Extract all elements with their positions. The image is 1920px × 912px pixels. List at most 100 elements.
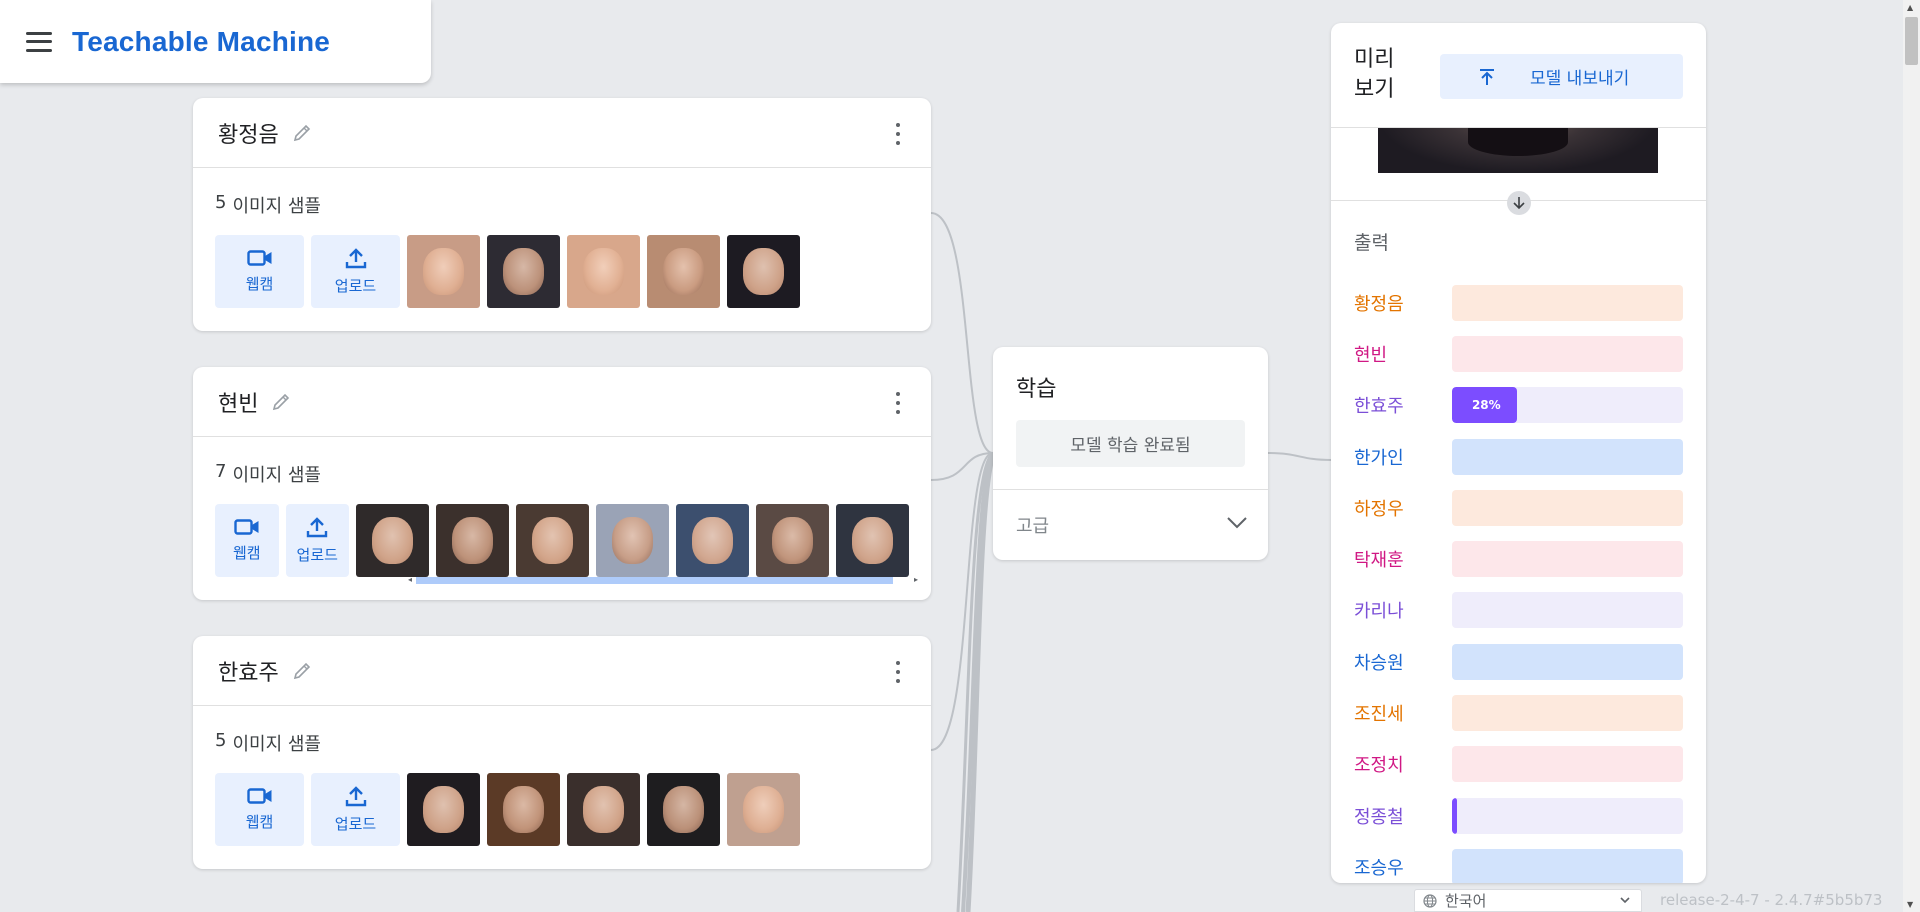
train-model-button[interactable]: 모델 학습 완료됨 [1016,420,1245,467]
videocam-icon [234,519,259,535]
webcam-label: 웹캠 [232,544,261,562]
menu-icon[interactable] [26,31,52,52]
sample-thumbnail[interactable] [836,504,909,577]
class-card: 황정음 5 이미지 샘플 웹캠 업로드 [193,98,931,331]
upload-icon [345,786,366,807]
page-scrollbar[interactable]: ▲ ▼ [1903,0,1920,912]
class-card: 현빈 7 이미지 샘플 웹캠 업로드 ◂ ▸ [193,367,931,600]
globe-icon [1423,893,1437,908]
chevron-down-icon [1227,517,1247,529]
output-label: 출력 [1354,232,1389,254]
app-header: Teachable Machine [0,0,431,83]
output-row: 한효주 28% [1354,380,1683,431]
sample-count-number: 7 [215,461,227,482]
output-class-name: 조진세 [1354,704,1404,726]
version-text: release-2-4-7 - 2.4.7#5b5b73 [1660,891,1883,909]
output-row: 조승우 [1354,841,1683,883]
upload-label: 업로드 [334,815,377,833]
scroll-up-arrow[interactable]: ▲ [1907,3,1913,12]
sample-thumbnail[interactable] [567,235,640,308]
upload-icon [1478,68,1496,86]
sample-thumbnail[interactable] [487,235,560,308]
sample-count-number: 5 [215,192,227,213]
sample-thumbnail[interactable] [567,773,640,846]
output-row: 현빈 [1354,328,1683,379]
output-class-name: 카리나 [1354,601,1404,623]
scrollbar-thumb[interactable] [1905,17,1918,65]
sample-thumbnail[interactable] [727,773,800,846]
output-row: 조정치 [1354,739,1683,790]
pencil-icon[interactable] [268,389,294,415]
sample-thumbnail[interactable] [596,504,669,577]
videocam-icon [246,788,271,804]
class-name[interactable]: 한효주 [218,655,279,687]
sample-thumbnail[interactable] [407,773,480,846]
more-options-icon[interactable] [895,661,901,683]
webcam-label: 웹캠 [245,813,274,831]
class-name[interactable]: 현빈 [218,386,258,418]
sample-thumbnail[interactable] [407,235,480,308]
confidence-bar [1452,284,1683,321]
confidence-bar [1452,592,1683,629]
webcam-label: 웹캠 [245,275,274,293]
sample-thumbnail[interactable] [516,504,589,577]
upload-icon [307,517,328,538]
chevron-down-icon [1620,897,1630,904]
class-card: 한효주 5 이미지 샘플 웹캠 업로드 [193,636,931,869]
confidence-bar: 28% [1452,387,1683,424]
training-card: 학습 모델 학습 완료됨 고급 [993,347,1268,560]
output-class-name: 탁재훈 [1354,550,1404,572]
language-select[interactable]: 한국어 [1414,889,1642,912]
output-row: 조진세 [1354,687,1683,738]
class-card-body: 5 이미지 샘플 웹캠 업로드 [193,168,931,328]
output-class-name: 황정음 [1354,293,1404,315]
advanced-toggle[interactable]: 고급 [993,490,1268,560]
class-card-header: 황정음 [193,98,931,168]
sample-thumbnail[interactable] [647,773,720,846]
app-title[interactable]: Teachable Machine [72,26,330,58]
sample-thumbnail[interactable] [676,504,749,577]
sample-thumbnail[interactable] [487,773,560,846]
more-options-icon[interactable] [895,123,901,145]
pencil-icon[interactable] [289,120,315,146]
output-class-name: 하정우 [1354,498,1404,520]
webcam-button[interactable]: 웹캠 [215,235,304,308]
sample-row: 웹캠 업로드 [215,773,909,846]
class-name[interactable]: 황정음 [218,117,279,149]
output-row: 황정음 [1354,277,1683,328]
scroll-down-arrow[interactable]: ▼ [1907,900,1913,909]
upload-button[interactable]: 업로드 [311,235,400,308]
sample-thumbnail[interactable] [756,504,829,577]
confidence-bar [1452,797,1683,834]
confidence-bar [1452,335,1683,372]
arrow-down-icon[interactable] [1507,191,1531,215]
upload-button[interactable]: 업로드 [311,773,400,846]
scrollbar-thumb[interactable] [416,577,893,584]
sample-count-suffix: 이미지 샘플 [232,465,321,486]
output-class-name: 정종철 [1354,806,1404,828]
webcam-button[interactable]: 웹캠 [215,504,279,577]
confidence-fill [1452,797,1457,834]
upload-button[interactable]: 업로드 [285,504,349,577]
class-card-body: 5 이미지 샘플 웹캠 업로드 [193,706,931,866]
confidence-bar [1452,541,1683,578]
output-class-name: 조정치 [1354,755,1404,777]
confidence-bar [1452,489,1683,526]
sample-thumbnail[interactable] [727,235,800,308]
export-model-button[interactable]: 모델 내보내기 [1440,54,1683,99]
sample-count: 5 이미지 샘플 [215,192,909,218]
export-model-label: 모델 내보내기 [1530,69,1630,89]
more-options-icon[interactable] [895,392,901,414]
sample-count: 5 이미지 샘플 [215,730,909,756]
sample-thumbnail[interactable] [436,504,509,577]
upload-icon [345,248,366,269]
output-row: 하정우 [1354,482,1683,533]
sample-row: 웹캠 업로드 [215,235,909,308]
thumbnail-scrollbar[interactable]: ◂ ▸ [408,575,918,585]
sample-thumbnail[interactable] [356,504,429,577]
webcam-button[interactable]: 웹캠 [215,773,304,846]
language-value: 한국어 [1445,892,1487,910]
pencil-icon[interactable] [289,658,315,684]
sample-thumbnail[interactable] [647,235,720,308]
upload-label: 업로드 [296,546,338,564]
